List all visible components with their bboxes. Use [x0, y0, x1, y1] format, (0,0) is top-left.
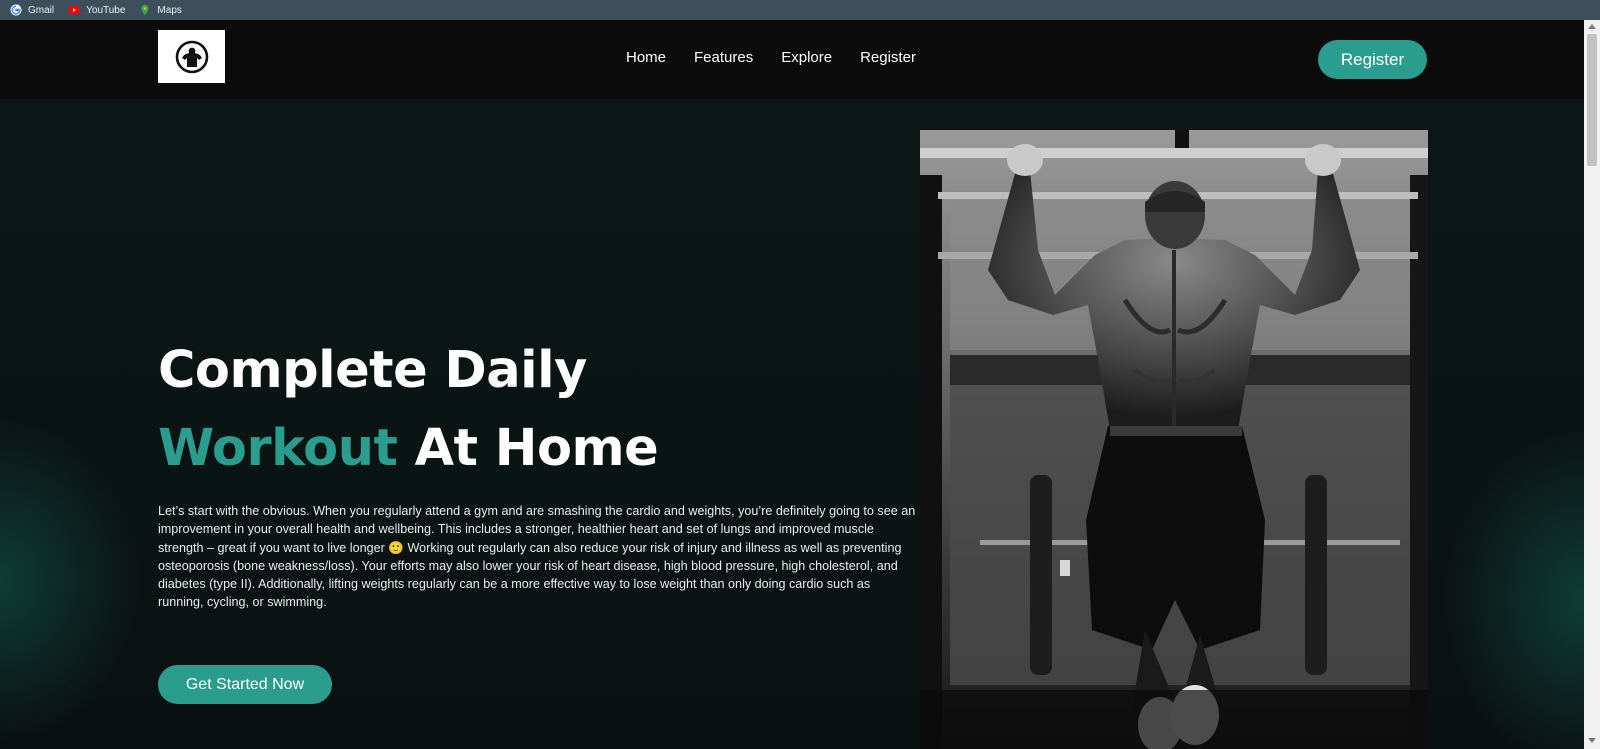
hero-title: Complete Daily Workout At Home [158, 332, 659, 488]
bodybuilder-logo-icon [175, 40, 208, 73]
nav-home[interactable]: Home [626, 49, 666, 66]
site-header: Home Features Explore Register Register [0, 20, 1584, 99]
bookmark-label: Maps [157, 4, 182, 16]
nav-explore[interactable]: Explore [781, 49, 832, 66]
hero-title-rest: At Home [397, 419, 659, 478]
maps-icon [141, 4, 150, 16]
hero-description: Let’s start with the obvious. When you r… [158, 504, 916, 610]
nav-register[interactable]: Register [860, 49, 916, 66]
bookmark-youtube[interactable]: YouTube [68, 4, 125, 16]
main-nav: Home Features Explore Register [626, 49, 916, 66]
athlete-photo-illustration [920, 130, 1428, 749]
bookmarks-bar: Gmail YouTube Maps [0, 0, 1600, 20]
bookmark-label: YouTube [86, 4, 126, 16]
pull-up-athlete-photo [920, 130, 1428, 749]
bookmark-maps[interactable]: Maps [139, 4, 182, 16]
bookmark-label: Gmail [28, 4, 55, 16]
site-logo[interactable] [158, 30, 225, 83]
scroll-down-arrow-icon[interactable] [1588, 738, 1596, 743]
hero-title-accent: Workout [158, 419, 398, 478]
google-icon [10, 4, 22, 16]
vertical-scrollbar[interactable] [1584, 20, 1600, 749]
get-started-button[interactable]: Get Started Now [158, 665, 332, 704]
scroll-up-arrow-icon[interactable] [1588, 24, 1596, 29]
nav-features[interactable]: Features [694, 49, 753, 66]
register-button[interactable]: Register [1318, 40, 1427, 79]
scroll-thumb[interactable] [1587, 34, 1597, 166]
page: Home Features Explore Register Register … [0, 20, 1584, 749]
youtube-icon [68, 6, 80, 14]
bookmark-gmail[interactable]: Gmail [10, 4, 54, 16]
hero-title-line1: Complete Daily [158, 341, 587, 400]
